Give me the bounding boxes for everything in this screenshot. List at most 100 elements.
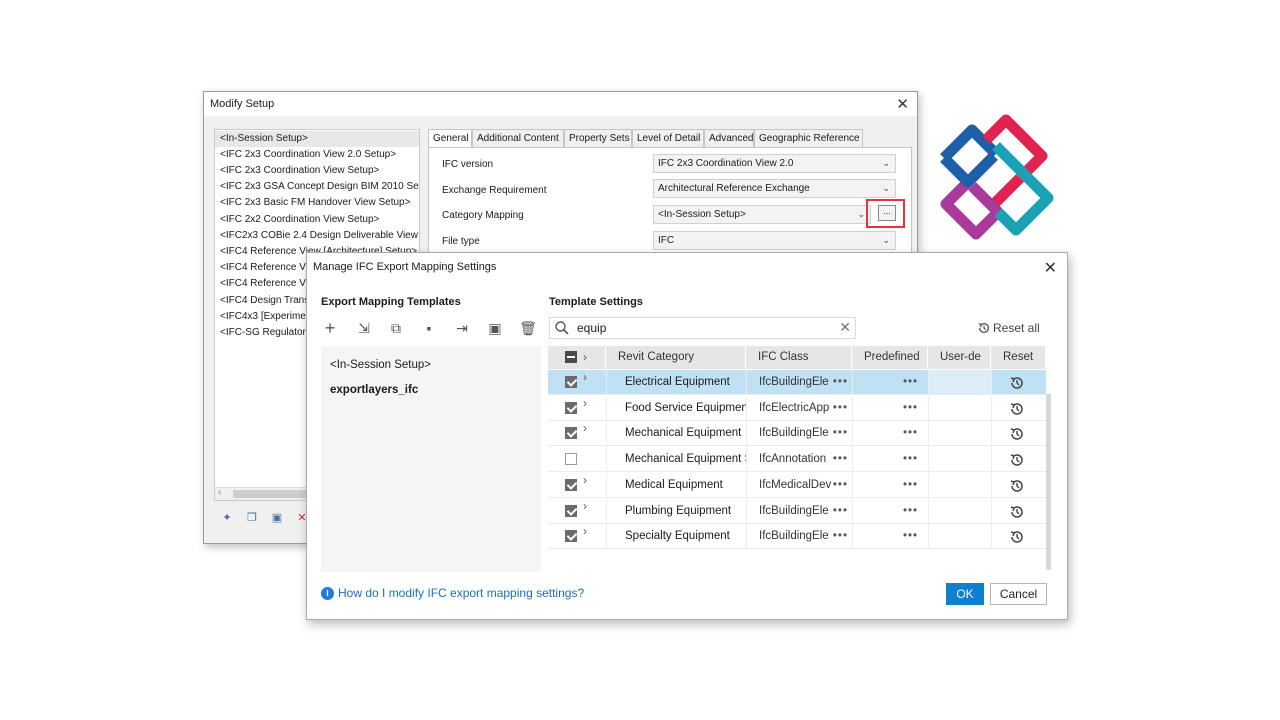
user-defined-cell[interactable] <box>928 498 991 524</box>
column-ifc-class[interactable]: IFC Class <box>746 346 852 369</box>
reset-icon[interactable] <box>1009 452 1025 468</box>
file-type-select[interactable]: IFC ⌄ <box>653 231 896 250</box>
setup-item[interactable]: <IFC2x3 COBie 2.4 Design Deliverable Vie… <box>215 228 419 244</box>
ifc-class-cell[interactable]: IfcBuildingEle ••• <box>746 370 852 395</box>
chevron-right-icon[interactable]: › <box>583 499 587 513</box>
select-all-column[interactable]: › <box>548 346 606 369</box>
new-setup-icon[interactable]: ✦ <box>220 511 234 525</box>
chevron-right-icon[interactable]: › <box>583 421 587 435</box>
search-input[interactable] <box>577 320 817 336</box>
reset-icon[interactable] <box>1009 504 1025 520</box>
column-revit-category[interactable]: Revit Category <box>606 346 746 369</box>
row-checkbox[interactable] <box>565 453 577 466</box>
tab-advanced[interactable]: Advanced <box>704 129 754 148</box>
row-checkbox[interactable] <box>565 401 577 414</box>
more-icon[interactable]: ••• <box>833 499 848 523</box>
ifc-class-cell[interactable]: IfcMedicalDev ••• <box>746 472 852 498</box>
ifc-class-cell[interactable]: IfcBuildingEle ••• <box>746 498 852 524</box>
rename-icon[interactable]: ▣ <box>486 319 504 337</box>
reset-icon[interactable] <box>1009 375 1025 391</box>
duplicate-setup-icon[interactable]: ❐ <box>245 511 259 525</box>
more-icon[interactable]: ••• <box>833 524 848 548</box>
setup-item[interactable]: <In-Session Setup> <box>215 131 419 147</box>
user-defined-cell[interactable] <box>928 447 991 473</box>
setup-item[interactable]: <IFC 2x3 GSA Concept Design BIM 2010 Set… <box>215 179 419 195</box>
reset-icon[interactable] <box>1009 401 1025 417</box>
tab-level-of-detail[interactable]: Level of Detail <box>632 129 704 148</box>
row-checkbox[interactable] <box>565 478 577 491</box>
table-row[interactable]: › Electrical Equipment IfcBuildingEle ••• ••… <box>548 370 1046 395</box>
exchange-requirement-select[interactable]: Architectural Reference Exchange ⌄ <box>653 179 896 198</box>
table-row[interactable]: › Medical Equipment IfcMedicalDev ••• ••• <box>548 472 1046 498</box>
export-icon[interactable]: ⇥ <box>453 319 471 337</box>
setup-item[interactable]: <IFC 2x3 Coordination View Setup> <box>215 163 419 179</box>
scrollbar-thumb[interactable] <box>233 490 313 498</box>
chevron-right-icon[interactable]: › <box>583 396 587 410</box>
setup-item[interactable]: <IFC 2x2 Coordination View Setup> <box>215 212 419 228</box>
tab-property-sets[interactable]: Property Sets <box>564 129 632 148</box>
table-row[interactable]: › Food Service Equipment IfcElectricApp •••… <box>548 395 1046 421</box>
table-row[interactable]: › Specialty Equipment IfcBuildingEle ••• ••• <box>548 524 1046 550</box>
tab-general[interactable]: General <box>428 129 472 149</box>
user-defined-cell[interactable] <box>928 370 991 395</box>
user-defined-cell[interactable] <box>928 524 991 550</box>
category-mapping-browse-button[interactable]: ... <box>878 205 896 221</box>
category-mapping-select[interactable]: <In-Session Setup> ⌄ <box>653 205 871 224</box>
setup-item[interactable]: <IFC 2x3 Basic FM Handover View Setup> <box>215 195 419 211</box>
predefined-cell[interactable]: ••• <box>852 524 928 550</box>
row-checkbox[interactable] <box>565 530 577 543</box>
more-icon[interactable]: ••• <box>833 421 848 445</box>
delete-icon[interactable]: 🗑 <box>519 319 537 337</box>
ifc-version-select[interactable]: IFC 2x3 Coordination View 2.0 ⌄ <box>653 154 896 173</box>
reset-icon[interactable] <box>1009 426 1025 442</box>
help-link[interactable]: i How do I modify IFC export mapping sett… <box>321 586 584 601</box>
reset-icon[interactable] <box>1009 478 1025 494</box>
predefined-cell[interactable]: ••• <box>852 370 928 395</box>
rename-setup-icon[interactable]: ▣ <box>270 511 284 525</box>
template-item[interactable]: <In-Session Setup> <box>330 359 431 371</box>
column-user-defined[interactable]: User-de <box>928 346 991 369</box>
user-defined-cell[interactable] <box>928 472 991 498</box>
add-icon[interactable]: + <box>321 319 339 337</box>
tab-additional-content[interactable]: Additional Content <box>472 129 564 148</box>
reset-all-button[interactable]: Reset all <box>977 320 1040 336</box>
predefined-cell[interactable]: ••• <box>852 498 928 524</box>
chevron-right-icon[interactable]: › <box>583 524 587 538</box>
row-checkbox[interactable] <box>565 376 577 388</box>
ok-button[interactable]: OK <box>946 583 984 605</box>
setup-item[interactable]: <IFC 2x3 Coordination View 2.0 Setup> <box>215 147 419 163</box>
close-icon[interactable]: ✕ <box>896 95 909 113</box>
predefined-cell[interactable]: ••• <box>852 395 928 421</box>
ifc-class-cell[interactable]: IfcBuildingEle ••• <box>746 524 852 550</box>
predefined-cell[interactable]: ••• <box>852 472 928 498</box>
chevron-right-icon[interactable]: › <box>583 473 587 487</box>
templates-list[interactable]: <In-Session Setup> exportlayers_ifc <box>321 346 541 572</box>
more-icon[interactable]: ••• <box>833 447 848 471</box>
more-icon[interactable]: ••• <box>833 473 848 497</box>
grid-scrollbar[interactable] <box>1046 394 1051 570</box>
scroll-left-icon[interactable]: ‹ <box>218 487 221 498</box>
clear-icon[interactable]: ✕ <box>839 319 851 336</box>
table-row[interactable]: › Plumbing Equipment IfcBuildingEle ••• ••• <box>548 498 1046 524</box>
row-checkbox[interactable] <box>565 504 577 517</box>
cancel-button[interactable]: Cancel <box>990 583 1047 605</box>
reset-icon[interactable] <box>1009 529 1025 545</box>
ifc-class-cell[interactable]: IfcBuildingEle ••• <box>746 421 852 447</box>
row-checkbox[interactable] <box>565 427 577 440</box>
close-icon[interactable]: ✕ <box>1044 258 1057 278</box>
copy-icon[interactable]: ⧉ <box>387 319 405 337</box>
predefined-cell[interactable]: ••• <box>852 447 928 473</box>
import-icon[interactable]: ⇲ <box>355 319 373 337</box>
ifc-class-cell[interactable]: IfcElectricApp ••• <box>746 395 852 421</box>
tab-geographic-reference[interactable]: Geographic Reference <box>754 129 863 148</box>
more-icon[interactable]: ••• <box>833 396 848 420</box>
save-icon[interactable]: ▪ <box>420 319 438 337</box>
chevron-right-icon[interactable]: › <box>583 370 587 384</box>
select-all-checkbox[interactable] <box>565 351 577 363</box>
predefined-cell[interactable]: ••• <box>852 421 928 447</box>
ifc-class-cell[interactable]: IfcAnnotation ••• <box>746 447 852 473</box>
user-defined-cell[interactable] <box>928 421 991 447</box>
table-row[interactable]: Mechanical Equipment S IfcAnnotation ••• ••… <box>548 447 1046 473</box>
template-item[interactable]: exportlayers_ifc <box>330 384 418 396</box>
more-icon[interactable]: ••• <box>833 370 848 394</box>
